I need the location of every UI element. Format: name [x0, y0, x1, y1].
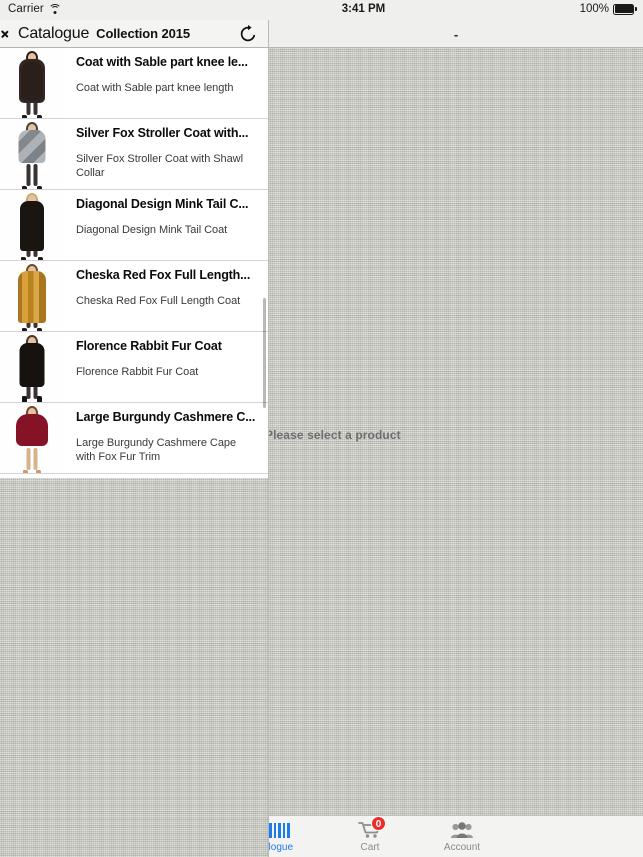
battery-percent-label: 100%: [579, 3, 609, 15]
back-button-label: Catalogue: [18, 24, 90, 42]
product-subtitle: Coat with Sable part knee length: [76, 82, 234, 94]
product-thumbnail-silver-fox-stroller: [0, 119, 64, 189]
detail-content: Please select a product: [265, 48, 643, 857]
detail-navbar: -: [269, 20, 643, 48]
list-scrollbar[interactable]: [263, 298, 266, 408]
table-row[interactable]: Cheska Red Fox Full Length... Cheska Red…: [0, 261, 268, 332]
product-title: Silver Fox Stroller Coat with...: [76, 126, 249, 140]
table-row[interactable]: Florence Rabbit Fur Coat Florence Rabbit…: [0, 332, 268, 403]
account-people-icon: [449, 820, 475, 840]
tab-account-label: Account: [443, 842, 481, 853]
product-thumbnail-large-burgundy-cashmere: [0, 403, 64, 473]
product-title: Florence Rabbit Fur Coat: [76, 339, 222, 353]
detail-pane: - Please select a product: [265, 20, 643, 857]
product-subtitle: Florence Rabbit Fur Coat: [76, 366, 199, 378]
product-subtitle: Cheska Red Fox Full Length Coat: [76, 295, 241, 307]
product-title: Diagonal Design Mink Tail C...: [76, 197, 249, 211]
back-button[interactable]: Catalogue: [6, 25, 89, 43]
tab-cart-label: Cart: [360, 842, 380, 853]
page-title: Collection 2015: [96, 26, 191, 41]
product-list[interactable]: Coat with Sable part knee le... Coat wit…: [0, 48, 269, 478]
detail-title: -: [453, 26, 459, 42]
status-bar: Carrier 3:41 PM 100%: [0, 0, 643, 20]
product-title: Cheska Red Fox Full Length...: [76, 268, 251, 282]
detail-placeholder-text: Please select a product: [265, 428, 401, 442]
product-subtitle: Diagonal Design Mink Tail Coat: [76, 224, 228, 236]
table-row[interactable]: Large Burgundy Cashmere C... Large Burgu…: [0, 403, 268, 474]
product-thumbnail-florence-rabbit: [0, 332, 64, 402]
shopping-cart-icon: 0: [357, 816, 386, 840]
cart-badge: 0: [371, 816, 386, 831]
battery-full-icon: [613, 3, 637, 15]
table-row[interactable]: Diagonal Design Mink Tail C... Diagonal …: [0, 190, 268, 261]
tab-account[interactable]: Account: [418, 816, 506, 857]
refresh-icon[interactable]: [238, 24, 258, 44]
product-title: Large Burgundy Cashmere C...: [76, 410, 256, 424]
chevron-left-icon: [6, 26, 15, 41]
carrier-label: Carrier: [8, 3, 44, 15]
product-subtitle: Silver Fox Stroller Coat with Shawl Coll…: [76, 153, 243, 179]
master-pane: Catalogue Collection 2015 Coat with Sabl…: [0, 20, 269, 857]
product-thumbnail-cheska-red-fox: [0, 261, 64, 331]
app-window: - Please select a product Catalogue Coll…: [0, 0, 643, 857]
product-thumbnail-diagonal-mink-tail: [0, 190, 64, 260]
product-title: Coat with Sable part knee le...: [76, 55, 248, 69]
product-thumbnail-coat-with-sable: [0, 48, 64, 118]
master-navbar: Catalogue Collection 2015: [0, 20, 269, 48]
product-subtitle: Large Burgundy Cashmere Cape with Fox Fu…: [76, 437, 237, 463]
master-pane-background: [0, 478, 269, 857]
status-bar-right: 100%: [580, 3, 637, 15]
table-row[interactable]: Silver Fox Stroller Coat with... Silver …: [0, 119, 268, 190]
status-bar-clock: 3:41 PM: [341, 3, 386, 15]
tab-cart[interactable]: 0 Cart: [326, 816, 414, 857]
table-row[interactable]: Coat with Sable part knee le... Coat wit…: [0, 48, 268, 119]
